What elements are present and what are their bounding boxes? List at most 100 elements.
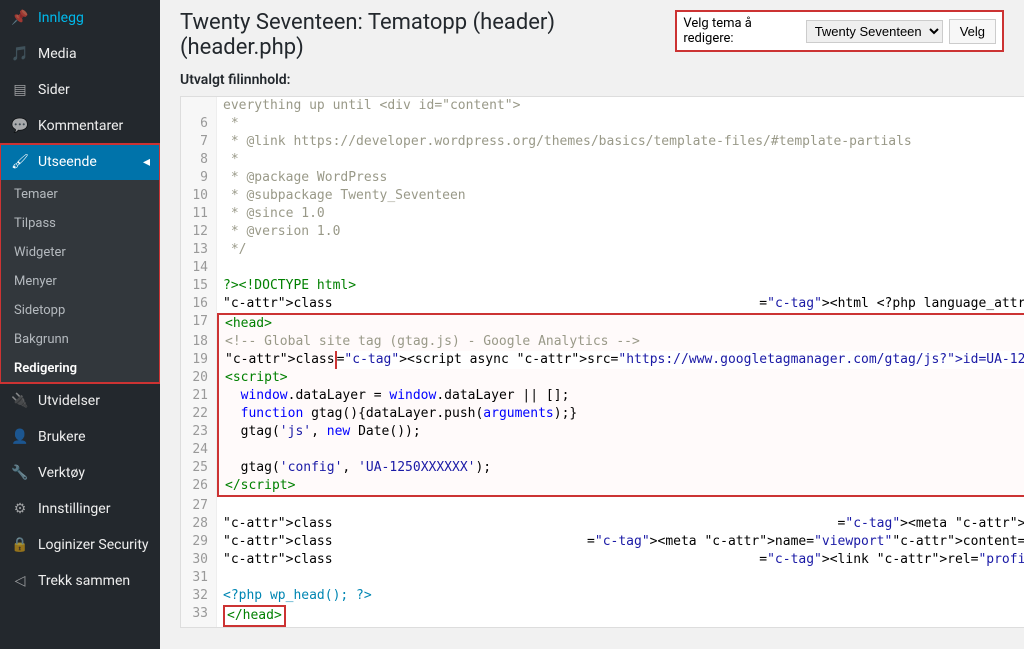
page-icon: ▤: [10, 80, 30, 100]
line-number: 20: [181, 369, 217, 387]
editor-wrap: everything up until <div id="content">6 …: [180, 96, 1004, 649]
menu-plugins[interactable]: 🔌Utvidelser: [0, 383, 160, 419]
gear-icon: ⚙: [10, 499, 30, 519]
select-button[interactable]: Velg: [949, 19, 996, 44]
submenu-widgets[interactable]: Widgeter: [0, 238, 160, 267]
menu-pages[interactable]: ▤Sider: [0, 72, 160, 108]
menu-settings[interactable]: ⚙Innstillinger: [0, 491, 160, 527]
line-number: 19: [181, 351, 217, 369]
line-number: 8: [181, 151, 217, 169]
brush-icon: 🖌: [10, 152, 30, 172]
code-content[interactable]: "c-attr">class: [217, 533, 587, 551]
code-content[interactable]: </head>: [217, 605, 1024, 627]
code-content[interactable]: function gtag(){dataLayer.push(arguments…: [217, 405, 1024, 423]
line-number: 25: [181, 459, 217, 477]
code-content[interactable]: ?><!DOCTYPE html>: [217, 277, 1024, 295]
code-content[interactable]: [217, 259, 1024, 277]
submenu-themes[interactable]: Temaer: [0, 180, 160, 209]
code-content[interactable]: [217, 569, 1024, 587]
line-number: 31: [181, 569, 217, 587]
menu-users[interactable]: 👤Brukere: [0, 419, 160, 455]
menu-posts[interactable]: 📌Innlegg: [0, 0, 160, 36]
code-content[interactable]: window.dataLayer = window.dataLayer || […: [217, 387, 1024, 405]
media-icon: 🎵: [10, 44, 30, 64]
pin-icon: 📌: [10, 8, 30, 28]
code-content[interactable]: * @package WordPress: [217, 169, 1024, 187]
highlighted-section: 🖌Utseende◂ Temaer Tilpass Widgeter Menye…: [0, 144, 160, 383]
page-title: Twenty Seventeen: Tematopp (header) (hea…: [180, 10, 675, 60]
line-number: 16: [181, 295, 217, 313]
code-editor[interactable]: everything up until <div id="content">6 …: [180, 96, 1024, 628]
code-content[interactable]: * @since 1.0: [217, 205, 1024, 223]
code-content[interactable]: "c-attr">class: [217, 515, 838, 533]
code-content[interactable]: "c-attr">class: [217, 351, 337, 369]
menu-comments[interactable]: 💬Kommentarer: [0, 108, 160, 144]
menu-media[interactable]: 🎵Media: [0, 36, 160, 72]
code-content[interactable]: */: [217, 241, 1024, 259]
line-number: 27: [181, 497, 217, 515]
comment-icon: 💬: [10, 116, 30, 136]
theme-selector-label: Velg tema å redigere:: [683, 16, 799, 46]
code-content[interactable]: <!-- Global site tag (gtag.js) - Google …: [217, 333, 1024, 351]
code-content[interactable]: <script>: [217, 369, 1024, 387]
line-number: 22: [181, 405, 217, 423]
editor-column: everything up until <div id="content">6 …: [180, 96, 1024, 649]
submenu-background[interactable]: Bakgrunn: [0, 325, 160, 354]
line-number: 32: [181, 587, 217, 605]
code-content[interactable]: * @subpackage Twenty_Seventeen: [217, 187, 1024, 205]
code-content[interactable]: * @link https://developer.wordpress.org/…: [217, 133, 1024, 151]
code-content[interactable]: gtag('js', new Date());: [217, 423, 1024, 441]
submenu-editor[interactable]: Redigering: [0, 354, 160, 383]
theme-selector: Velg tema å redigere: Twenty Seventeen V…: [675, 10, 1004, 52]
menu-tools[interactable]: 🔧Verktøy: [0, 455, 160, 491]
code-content[interactable]: everything up until <div id="content">: [217, 97, 1024, 115]
line-number: 15: [181, 277, 217, 295]
line-number: 17: [181, 313, 217, 333]
code-content[interactable]: <?php wp_head(); ?>: [217, 587, 1024, 605]
code-content[interactable]: <head>: [217, 313, 1024, 333]
menu-loginizer[interactable]: 🔒Loginizer Security: [0, 527, 160, 563]
line-number: 26: [181, 477, 217, 497]
menu-appearance[interactable]: 🖌Utseende◂: [0, 144, 160, 180]
code-content[interactable]: "c-attr">class: [217, 551, 759, 569]
line-number: 13: [181, 241, 217, 259]
page-header: Twenty Seventeen: Tematopp (header) (hea…: [180, 10, 1004, 60]
wrench-icon: 🔧: [10, 463, 30, 483]
submenu-header[interactable]: Sidetopp: [0, 296, 160, 325]
line-number: 11: [181, 205, 217, 223]
collapse-icon: ◁: [10, 571, 30, 591]
code-content[interactable]: "c-attr">class: [217, 295, 759, 313]
line-number: 14: [181, 259, 217, 277]
code-content[interactable]: [217, 497, 1024, 515]
line-number: 12: [181, 223, 217, 241]
line-number: 28: [181, 515, 217, 533]
admin-sidebar: 📌Innlegg 🎵Media ▤Sider 💬Kommentarer 🖌Uts…: [0, 0, 160, 649]
submenu-menus[interactable]: Menyer: [0, 267, 160, 296]
code-content[interactable]: *: [217, 115, 1024, 133]
user-icon: 👤: [10, 427, 30, 447]
chevron-left-icon: ◂: [143, 154, 150, 170]
plugin-icon: 🔌: [10, 391, 30, 411]
lock-icon: 🔒: [10, 535, 30, 555]
line-number: 33: [181, 605, 217, 627]
appearance-submenu: Temaer Tilpass Widgeter Menyer Sidetopp …: [0, 180, 160, 383]
line-number: 9: [181, 169, 217, 187]
line-number: 30: [181, 551, 217, 569]
code-content[interactable]: gtag('config', 'UA-1250XXXXXX');: [217, 459, 1024, 477]
code-content[interactable]: [217, 441, 1024, 459]
line-number: 7: [181, 133, 217, 151]
line-number: 21: [181, 387, 217, 405]
code-content[interactable]: * @version 1.0: [217, 223, 1024, 241]
line-number: 6: [181, 115, 217, 133]
line-number: 23: [181, 423, 217, 441]
line-number: 24: [181, 441, 217, 459]
theme-select[interactable]: Twenty Seventeen: [806, 20, 943, 43]
line-number: 18: [181, 333, 217, 351]
code-content[interactable]: </script>: [217, 477, 1024, 497]
code-content[interactable]: *: [217, 151, 1024, 169]
line-number: 10: [181, 187, 217, 205]
content-subtitle: Utvalgt filinnhold:: [180, 72, 1004, 88]
submenu-customize[interactable]: Tilpass: [0, 209, 160, 238]
main-content: Twenty Seventeen: Tematopp (header) (hea…: [160, 0, 1024, 649]
menu-collapse[interactable]: ◁Trekk sammen: [0, 563, 160, 599]
